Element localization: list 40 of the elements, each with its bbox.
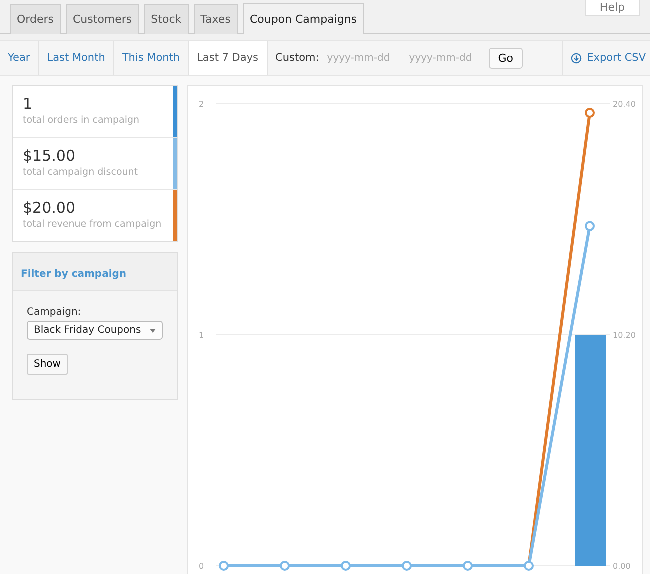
chart-point (524, 561, 534, 571)
export-csv-link[interactable]: Export CSV (562, 41, 650, 75)
report-tab[interactable]: Coupon Campaigns (242, 3, 364, 34)
axis-label: 20.40 (613, 100, 636, 109)
report-tab[interactable]: Customers (66, 4, 140, 34)
end-date-field[interactable]: yyyy-mm-dd (407, 52, 484, 64)
chart-point (585, 108, 595, 118)
stat-label: total campaign discount (23, 167, 140, 178)
download-icon (571, 52, 582, 64)
show-button[interactable]: Show (27, 354, 68, 375)
stat-value: 1 (23, 95, 34, 113)
stat-value: $20.00 (23, 199, 76, 217)
axis-label: 1 (199, 331, 204, 340)
custom-label: Custom: (276, 52, 320, 64)
stat-label: total revenue from campaign (23, 219, 163, 230)
range-tab[interactable]: Last 7 Days (189, 41, 268, 75)
caret-icon (150, 328, 156, 332)
help-button[interactable]: Help (584, 0, 640, 16)
chart-point (341, 561, 351, 571)
stat-label: total orders in campaign (23, 115, 141, 126)
start-date-field[interactable]: yyyy-mm-dd (325, 52, 402, 64)
axis-label: 2 (199, 100, 204, 109)
range-tab[interactable]: Year (0, 41, 40, 75)
report-tab[interactable]: Stock (144, 4, 189, 34)
chart-point (219, 561, 229, 571)
go-button[interactable]: Go (489, 48, 523, 68)
report-tab[interactable]: Taxes (194, 4, 238, 34)
filter-title: Filter by campaign (21, 269, 127, 280)
axis-label: 0.00 (613, 562, 631, 571)
axis-label: 10.20 (613, 331, 636, 340)
chart-point (585, 221, 595, 232)
campaign-select[interactable]: Black Friday Coupons (27, 321, 163, 340)
campaign-label: Campaign: (27, 307, 82, 318)
stat-value: $15.00 (23, 147, 76, 165)
chart-point (463, 561, 473, 571)
chart-point (280, 561, 290, 571)
range-tab[interactable]: Last Month (39, 41, 114, 75)
axis-label: 0 (199, 562, 204, 571)
report-tab[interactable]: Orders (10, 4, 61, 34)
chart-point (402, 561, 412, 571)
